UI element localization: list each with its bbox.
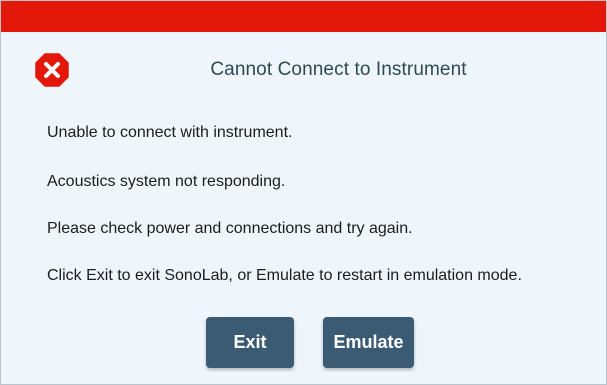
emulate-button[interactable]: Emulate [323, 317, 414, 368]
title-bar[interactable] [1, 1, 606, 32]
message-line: Unable to connect with instrument. [47, 124, 293, 141]
error-icon [35, 53, 69, 87]
error-dialog: Cannot Connect to Instrument Unable to c… [0, 0, 607, 385]
exit-button[interactable]: Exit [206, 317, 294, 368]
message-line: Acoustics system not responding. [47, 173, 286, 190]
message-line: Please check power and connections and t… [47, 220, 413, 237]
dialog-header: Cannot Connect to Instrument [1, 32, 606, 108]
message-line: Click Exit to exit SonoLab, or Emulate t… [47, 267, 522, 284]
dialog-title: Cannot Connect to Instrument [210, 59, 467, 80]
